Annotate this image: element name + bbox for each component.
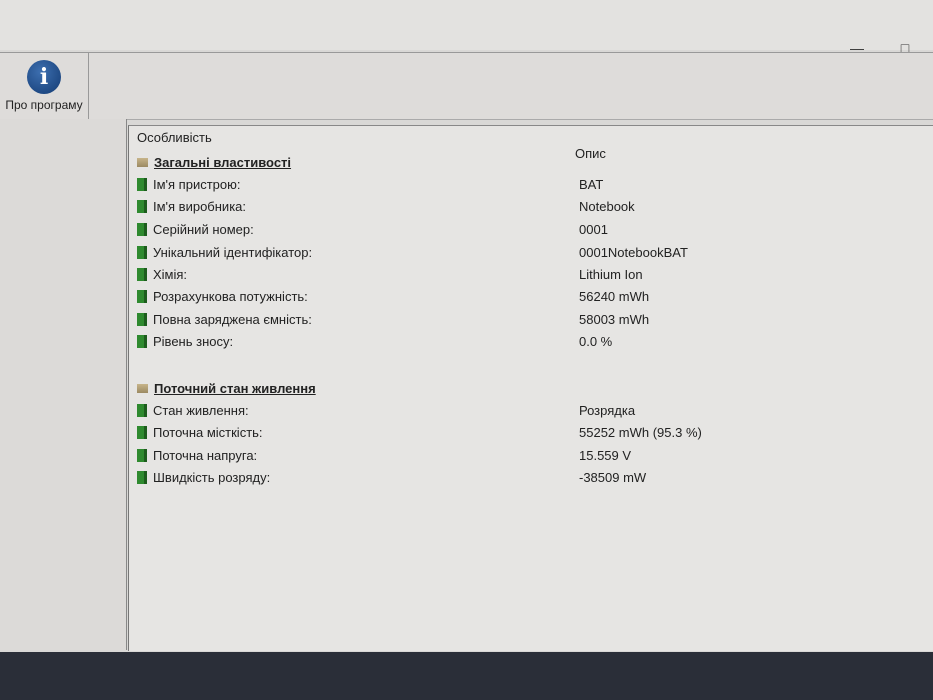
battery-icon xyxy=(137,403,147,417)
property-value: -38509 mW xyxy=(579,469,647,485)
battery-icon xyxy=(137,245,147,259)
property-row[interactable]: Рівень зносу: 0.0 % xyxy=(137,331,917,351)
battery-icon xyxy=(137,267,147,281)
property-label: Поточна місткість: xyxy=(153,424,263,440)
title-bar: — □ xyxy=(0,0,933,56)
battery-icon xyxy=(137,289,147,303)
property-row[interactable]: Розрахункова потужність: 56240 mWh xyxy=(137,286,917,306)
group-title: Поточний стан живлення xyxy=(154,380,316,396)
battery-icon xyxy=(137,448,147,462)
property-row[interactable]: Ім'я пристрою: BAT xyxy=(137,174,917,194)
property-label: Ім'я пристрою: xyxy=(153,176,241,192)
property-label: Повна заряджена ємність: xyxy=(153,311,312,327)
property-row[interactable]: Унікальний ідентифікатор: 0001NotebookBAT xyxy=(137,242,917,262)
property-row[interactable]: Швидкість розряду: -38509 mW xyxy=(137,467,917,487)
property-value: Розрядка xyxy=(579,402,636,418)
property-row[interactable]: Повна заряджена ємність: 58003 mWh xyxy=(137,309,917,329)
group-icon xyxy=(137,383,148,393)
property-row[interactable]: Поточна напруга: 15.559 V xyxy=(137,445,917,465)
property-row[interactable]: Поточна місткість: 55252 mWh (95.3 %) xyxy=(137,422,917,442)
property-row[interactable]: Ім'я виробника: Notebook xyxy=(137,196,917,216)
property-label: Швидкість розряду: xyxy=(153,469,271,485)
property-value: 0.0 % xyxy=(579,333,613,349)
battery-icon xyxy=(137,199,147,213)
property-value: 15.559 V xyxy=(579,447,632,463)
battery-icon xyxy=(137,470,147,484)
property-label: Унікальний ідентифікатор: xyxy=(153,244,313,260)
property-row[interactable]: Серійний номер: 0001 xyxy=(137,219,917,239)
battery-icon xyxy=(137,312,147,326)
property-label: Хімія: xyxy=(153,266,188,282)
property-label: Рівень зносу: xyxy=(153,333,234,349)
battery-icon xyxy=(137,334,147,348)
group-icon xyxy=(137,157,148,167)
property-row[interactable]: Стан живлення: Розрядка xyxy=(137,400,917,420)
info-icon: i xyxy=(27,60,61,94)
navigation-pane[interactable] xyxy=(0,119,127,650)
group-title: Загальні властивості xyxy=(154,154,292,170)
property-value: 0001 xyxy=(579,221,608,237)
taskbar xyxy=(0,652,933,700)
battery-icon xyxy=(137,177,147,191)
property-value: Notebook xyxy=(579,198,635,214)
properties-list: Особливість Опис Загальні властивості Ім'… xyxy=(128,125,933,651)
property-label: Поточна напруга: xyxy=(153,447,258,463)
about-button[interactable]: i Про програму xyxy=(0,53,89,119)
property-value: Lithium Ion xyxy=(579,266,643,282)
property-label: Стан живлення: xyxy=(153,402,249,418)
property-value: BAT xyxy=(579,176,604,192)
toolbar: i Про програму xyxy=(0,52,933,120)
column-header-feature[interactable]: Особливість xyxy=(137,130,212,145)
about-label: Про програму xyxy=(5,98,83,112)
property-value: 55252 mWh (95.3 %) xyxy=(579,424,702,440)
group-header[interactable]: Поточний стан живлення xyxy=(137,378,316,398)
property-label: Ім'я виробника: xyxy=(153,198,247,214)
battery-icon xyxy=(137,425,147,439)
column-header-description[interactable]: Опис xyxy=(575,146,606,161)
property-value: 56240 mWh xyxy=(579,288,650,304)
property-label: Розрахункова потужність: xyxy=(153,288,308,304)
property-label: Серійний номер: xyxy=(153,221,254,237)
battery-icon xyxy=(137,222,147,236)
group-header[interactable]: Загальні властивості xyxy=(137,152,291,172)
property-row[interactable]: Хімія: Lithium Ion xyxy=(137,264,917,284)
property-value: 0001NotebookBAT xyxy=(579,244,688,260)
property-value: 58003 mWh xyxy=(579,311,650,327)
